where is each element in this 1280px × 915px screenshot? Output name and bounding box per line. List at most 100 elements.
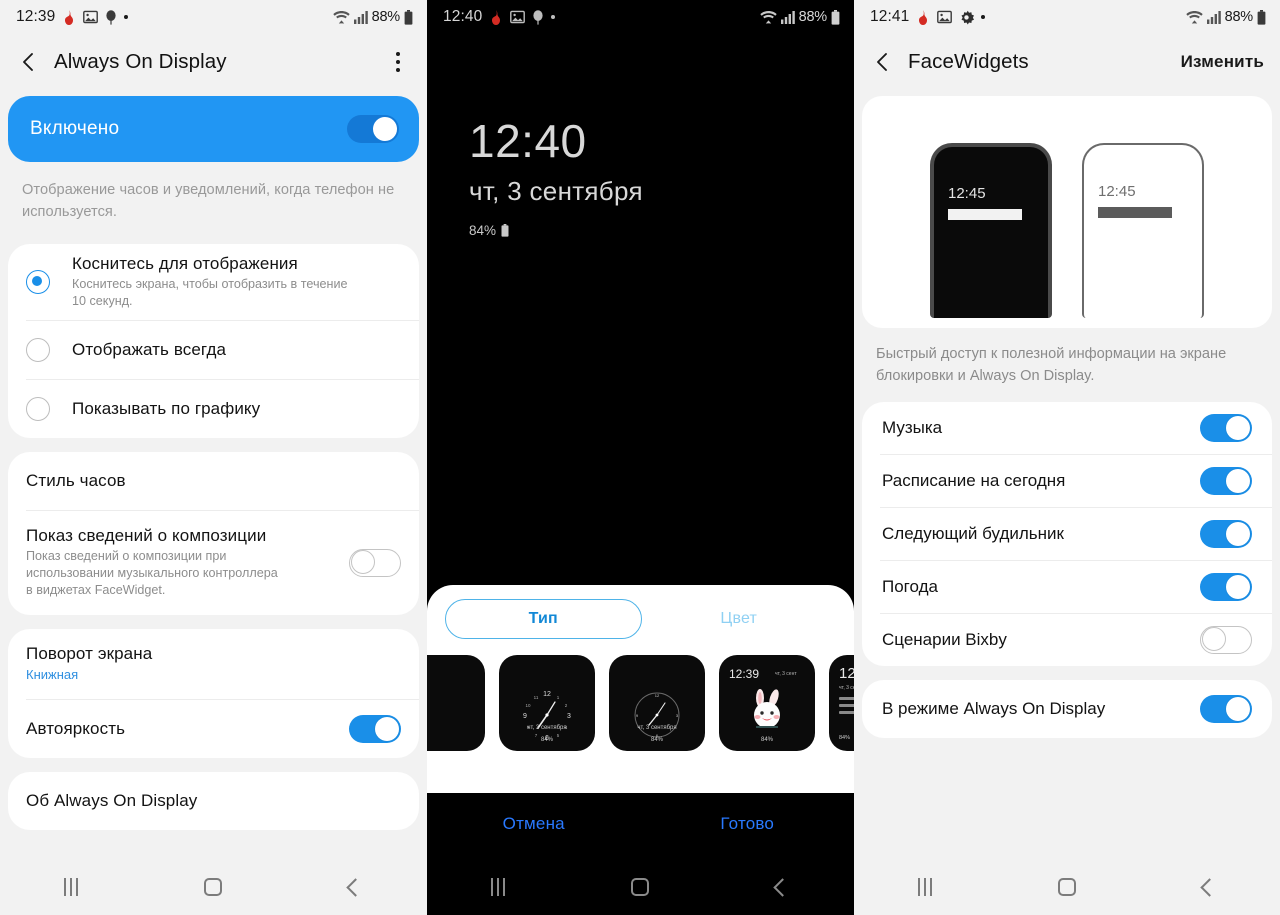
status-bar: 12:39 88% bbox=[0, 0, 427, 34]
widget-toggle-today-schedule[interactable] bbox=[1200, 466, 1252, 495]
home-button[interactable] bbox=[183, 878, 243, 896]
signal-icon bbox=[1206, 10, 1221, 24]
facewidgets-list-card: Музыка Расписание на сегодня Следующий б… bbox=[862, 401, 1272, 666]
dot-icon bbox=[124, 15, 129, 19]
done-button[interactable]: Готово bbox=[641, 814, 855, 834]
back-icon[interactable] bbox=[870, 49, 896, 75]
clock-thumbnail-partial[interactable] bbox=[427, 655, 485, 751]
cancel-button[interactable]: Отмена bbox=[427, 814, 641, 834]
clock-thumbnail-list[interactable]: 12 3 6 9 1 2 4 5 7 8 10 11 чт, 3 сентябр… bbox=[427, 647, 854, 751]
home-button[interactable] bbox=[1037, 878, 1097, 896]
back-button[interactable] bbox=[753, 877, 813, 897]
clock-thumbnail-analog-numbers[interactable]: 12 3 6 9 1 2 4 5 7 8 10 11 чт, 3 сентябр… bbox=[499, 655, 595, 751]
battery-percent: 88% bbox=[1224, 9, 1254, 25]
status-bar-clock: 12:40 bbox=[443, 8, 483, 25]
radio-button-selected[interactable] bbox=[26, 269, 50, 294]
widget-toggle-bixby-routines[interactable] bbox=[1200, 625, 1252, 654]
music-info-row[interactable]: Показ сведений о композиции Показ сведен… bbox=[8, 511, 419, 615]
radio-option-tap-to-show[interactable]: Коснитесь для отображения Коснитесь экра… bbox=[8, 244, 419, 320]
recents-button[interactable] bbox=[41, 878, 101, 896]
tab-type[interactable]: Тип bbox=[445, 599, 642, 639]
widget-row-weather[interactable]: Погода bbox=[862, 561, 1272, 613]
widget-toggle-weather[interactable] bbox=[1200, 572, 1252, 601]
screen-rotation-title: Поворот экрана bbox=[26, 643, 153, 663]
gear-icon bbox=[959, 10, 975, 25]
widget-row-next-alarm[interactable]: Следующий будильник bbox=[862, 508, 1272, 560]
music-info-toggle[interactable] bbox=[349, 548, 401, 577]
radio-option-always-show[interactable]: Отображать всегда bbox=[8, 321, 419, 379]
aod-preview-time: 12:40 bbox=[469, 115, 587, 167]
aod-mode-row[interactable]: В режиме Always On Display bbox=[862, 680, 1272, 738]
widget-row-bixby-routines[interactable]: Сценарии Bixby bbox=[862, 614, 1272, 666]
radio-option-schedule[interactable]: Показывать по графику bbox=[8, 380, 419, 438]
panel-always-on-display: 12:39 88% Always On Display Включено Ото… bbox=[0, 0, 427, 915]
clock-thumbnail-agenda[interactable]: 12:39 чт, 3 сентября 84% bbox=[829, 655, 854, 751]
about-card: Об Always On Display bbox=[8, 771, 419, 830]
aod-mode-card: В режиме Always On Display bbox=[862, 679, 1272, 738]
flame-icon bbox=[916, 9, 930, 25]
status-bar: 12:40 88% bbox=[427, 0, 854, 34]
back-button[interactable] bbox=[1179, 877, 1239, 897]
facewidgets-preview-card: 12:45 12:45 bbox=[862, 96, 1272, 328]
widget-label: Погода bbox=[882, 576, 938, 596]
clock-thumbnail-subtitle: чт, 3 сент bbox=[775, 671, 797, 677]
widget-toggle-next-alarm[interactable] bbox=[1200, 519, 1252, 548]
music-info-title: Показ сведений о композиции bbox=[26, 526, 267, 546]
aod-mode-toggle[interactable] bbox=[1200, 694, 1252, 723]
recents-button[interactable] bbox=[468, 878, 528, 896]
wifi-icon bbox=[1185, 10, 1203, 24]
aod-master-toggle[interactable] bbox=[347, 115, 399, 143]
edit-button[interactable]: Изменить bbox=[1181, 52, 1264, 72]
navigation-bar bbox=[0, 859, 427, 915]
aod-description: Отображение часов и уведомлений, когда т… bbox=[22, 182, 395, 220]
clock-thumbnail-analog-ring[interactable]: 12 3 6 9 чт, 3 сентября 84% bbox=[609, 655, 705, 751]
clock-thumbnail-bunny[interactable]: 12:39 чт, 3 сент 84% bbox=[719, 655, 815, 751]
svg-text:1: 1 bbox=[557, 695, 560, 700]
auto-brightness-row[interactable]: Автояркость bbox=[8, 700, 419, 758]
battery-percent: 88% bbox=[798, 9, 828, 25]
aod-mode-options-card: Коснитесь для отображения Коснитесь экра… bbox=[8, 243, 419, 438]
home-button[interactable] bbox=[610, 878, 670, 896]
recents-button[interactable] bbox=[895, 878, 955, 896]
flame-icon bbox=[62, 9, 76, 25]
page-title: FaceWidgets bbox=[908, 50, 1029, 73]
svg-text:12: 12 bbox=[543, 691, 551, 698]
battery-icon bbox=[501, 224, 509, 237]
auto-brightness-label: Автояркость bbox=[26, 718, 126, 738]
phone-preview-widget-bar bbox=[1098, 207, 1172, 218]
radio-button[interactable] bbox=[26, 396, 50, 421]
display-settings-card: Поворот экрана Книжная Автояркость bbox=[8, 628, 419, 758]
widget-toggle-music[interactable] bbox=[1200, 413, 1252, 442]
back-button[interactable] bbox=[326, 877, 386, 897]
aod-master-switch-row[interactable]: Включено bbox=[8, 96, 419, 162]
status-bar-right: 88% bbox=[1185, 9, 1266, 25]
signal-icon bbox=[353, 10, 368, 24]
screen-rotation-value: Книжная bbox=[26, 666, 79, 682]
overflow-menu-icon[interactable] bbox=[385, 45, 411, 79]
clock-style-card: Стиль часов Показ сведений о композиции … bbox=[8, 451, 419, 615]
svg-text:2: 2 bbox=[565, 703, 568, 708]
widget-label: Расписание на сегодня bbox=[882, 470, 1066, 490]
tab-color[interactable]: Цвет bbox=[642, 600, 837, 638]
phone-preview-widget-bar bbox=[948, 209, 1022, 220]
navigation-bar bbox=[427, 859, 854, 915]
clock-thumbnail-battery: 84% bbox=[760, 737, 773, 743]
picker-tabs: Тип Цвет bbox=[427, 585, 854, 647]
clock-style-row[interactable]: Стиль часов bbox=[8, 452, 419, 510]
widget-label: Сценарии Bixby bbox=[882, 629, 1007, 649]
aod-preview-date: чт, 3 сентября bbox=[469, 176, 643, 206]
about-aod-row[interactable]: Об Always On Display bbox=[8, 772, 419, 830]
widget-row-today-schedule[interactable]: Расписание на сегодня bbox=[862, 455, 1272, 507]
screen-rotation-row[interactable]: Поворот экрана Книжная bbox=[8, 629, 419, 699]
aod-mode-label: В режиме Always On Display bbox=[882, 698, 1106, 718]
radio-button[interactable] bbox=[26, 337, 50, 362]
status-bar-left: 12:40 bbox=[443, 8, 556, 26]
auto-brightness-toggle[interactable] bbox=[349, 714, 401, 743]
widget-row-music[interactable]: Музыка bbox=[862, 402, 1272, 454]
panel-facewidgets: 12:41 88% FaceWidgets Изменить 12:45 12:… bbox=[854, 0, 1280, 915]
radio-option-title: Отображать всегда bbox=[72, 339, 227, 359]
image-icon bbox=[937, 10, 953, 24]
phone-preview-aod: 12:45 bbox=[930, 143, 1052, 318]
status-bar-right: 88% bbox=[759, 9, 840, 25]
back-icon[interactable] bbox=[16, 49, 42, 75]
